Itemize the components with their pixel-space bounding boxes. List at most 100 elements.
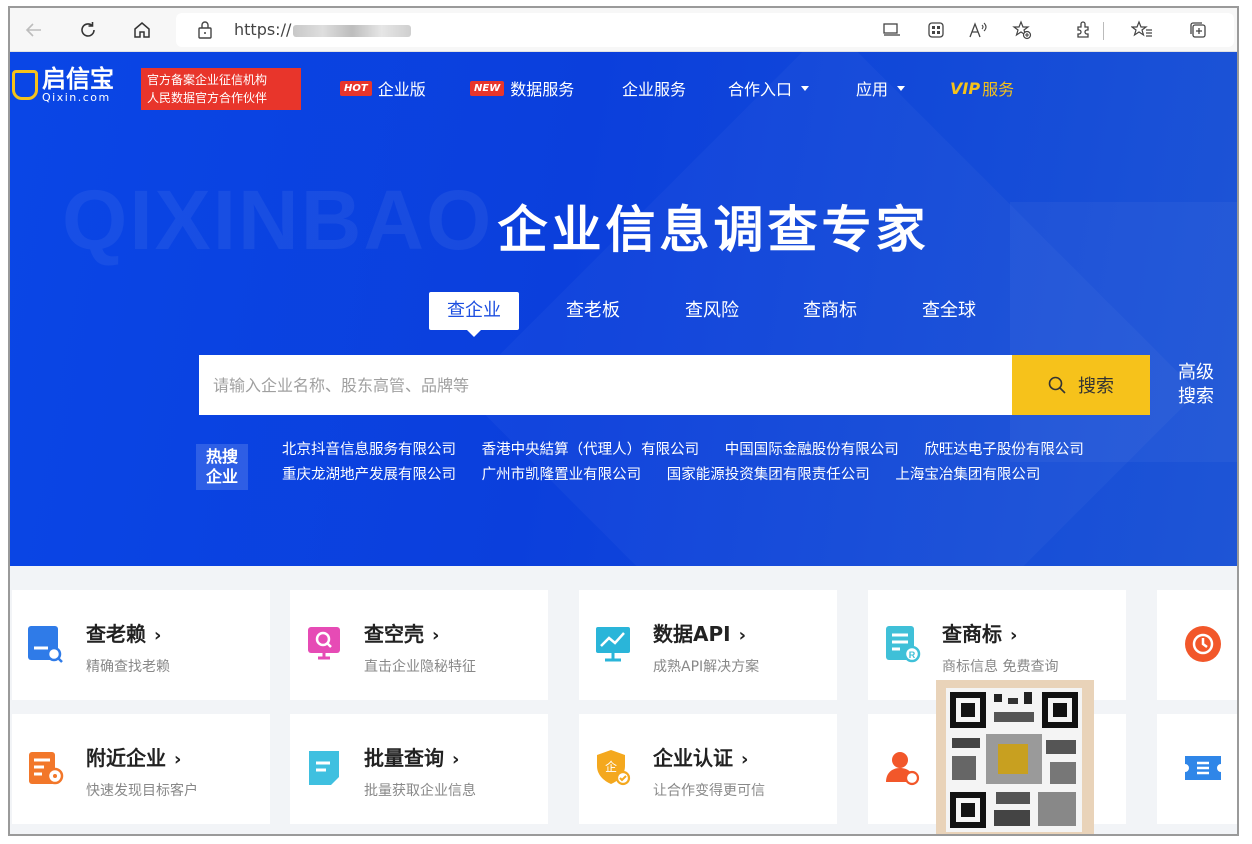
card-api[interactable]: 数据API › 成熟API解决方案: [579, 590, 837, 700]
top-nav: 启信宝 Qixin.com 官方备案企业征信机构 人民数据官方合作伙伴 HOT …: [10, 52, 1237, 122]
nav-enterprise-label: 企业版: [377, 80, 426, 99]
read-aloud-icon[interactable]: [966, 18, 990, 42]
card-subtitle: 成熟API解决方案: [653, 659, 760, 675]
svg-text:企: 企: [605, 759, 617, 774]
card-nearby[interactable]: 附近企业 › 快速发现目标客户: [12, 714, 270, 824]
nav-enterprise[interactable]: HOT 企业版: [340, 76, 426, 100]
hot-company-link[interactable]: 北京抖音信息服务有限公司: [282, 442, 456, 458]
collections-icon[interactable]: [1186, 18, 1210, 42]
hot-company-link[interactable]: 香港中央結算（代理人）有限公司: [482, 442, 700, 458]
chevron-right-icon: ›: [154, 625, 162, 646]
refresh-icon[interactable]: [76, 18, 100, 42]
card-title-text: 附近企业: [86, 746, 166, 770]
card-subtitle: 批量获取企业信息: [364, 783, 476, 799]
tab-global[interactable]: 查全球: [904, 292, 994, 330]
nav-vip[interactable]: VIP 服务: [950, 76, 1014, 100]
card-title: 企业认证 ›: [653, 742, 748, 771]
hot-company-link[interactable]: 国家能源投资集团有限责任公司: [667, 467, 870, 483]
favorites-icon[interactable]: [1130, 18, 1154, 42]
nav-data-service-label: 数据服务: [510, 80, 575, 99]
card-partial[interactable]: [1157, 590, 1237, 700]
tab-company[interactable]: 查企业: [429, 292, 519, 337]
extensions-icon[interactable]: [1072, 18, 1096, 42]
nav-vip-label: 服务: [982, 80, 1015, 99]
chevron-right-icon: ›: [452, 749, 460, 770]
search-button[interactable]: 搜索: [1012, 355, 1150, 415]
home-icon[interactable]: [130, 18, 154, 42]
ticket-icon: [1185, 756, 1221, 780]
logo-en: Qixin.com: [42, 91, 111, 104]
search-input[interactable]: [199, 355, 1012, 415]
hot-company-link[interactable]: 欣旺达电子股份有限公司: [924, 442, 1084, 458]
card-title-text: 批量查询: [364, 746, 444, 770]
logo-cn: 启信宝: [42, 65, 114, 93]
toolbar-separator: [1103, 22, 1104, 40]
card-title: 查老赖 ›: [86, 618, 161, 647]
search-button-label: 搜索: [1078, 376, 1114, 397]
hot-tag: HOT: [340, 80, 372, 96]
hot-company-link[interactable]: 中国国际金融股份有限公司: [725, 442, 899, 458]
hot-company-link[interactable]: 重庆龙湖地产发展有限公司: [282, 467, 456, 483]
tab-trademark[interactable]: 查商标: [785, 292, 875, 330]
hot-row-1: 北京抖音信息服务有限公司 香港中央結算（代理人）有限公司 中国国际金融股份有限公…: [282, 438, 1105, 459]
nav-apps[interactable]: 应用: [856, 76, 906, 100]
card-subtitle: 直击企业隐秘特征: [364, 659, 476, 675]
nav-data-service[interactable]: NEW 数据服务: [470, 76, 574, 100]
search-tabs: 查企业 查老板 查风险 查商标 查全球: [10, 292, 1237, 337]
card-title: 批量查询 ›: [364, 742, 459, 771]
qr-code-popup: [936, 680, 1094, 834]
hot-search-label: 热搜 企业: [196, 444, 248, 490]
vip-tag: VIP: [950, 78, 981, 98]
card-shell[interactable]: 查空壳 › 直击企业隐秘特征: [290, 590, 548, 700]
logo-mark-icon: [12, 70, 38, 100]
browser-window: https:// QIXINBAO 启信宝 Qixin.com 官方备案企业征信…: [8, 6, 1239, 836]
card-subtitle: 商标信息 免费查询: [942, 659, 1059, 675]
tab-boss[interactable]: 查老板: [548, 292, 638, 330]
card-title-text: 查商标: [942, 622, 1002, 646]
nav-apps-label: 应用: [856, 80, 889, 99]
search-row: 搜索 高级 搜索: [10, 355, 1237, 415]
apps-grid-icon[interactable]: [924, 18, 948, 42]
advanced-line1: 高级: [1178, 362, 1214, 383]
card-batch[interactable]: 批量查询 › 批量获取企业信息: [290, 714, 548, 824]
tab-risk[interactable]: 查风险: [667, 292, 757, 330]
add-favorite-icon[interactable]: [1010, 18, 1034, 42]
card-certification[interactable]: 企 企业认证 › 让合作变得更可信: [579, 714, 837, 824]
address-bar[interactable]: https://: [176, 13, 1234, 47]
lock-icon[interactable]: [194, 19, 216, 41]
screen-cast-icon[interactable]: [880, 18, 904, 42]
history-clock-icon: [1185, 626, 1221, 662]
chevron-right-icon: ›: [174, 749, 182, 770]
hot-company-link[interactable]: 上海宝冶集团有限公司: [895, 467, 1040, 483]
hot-row-2: 重庆龙湖地产发展有限公司 广州市凯隆置业有限公司 国家能源投资集团有限责任公司 …: [282, 463, 1061, 484]
nav-business-service[interactable]: 企业服务: [622, 76, 686, 100]
certification-icon: 企: [597, 750, 631, 786]
back-arrow-icon[interactable]: [22, 18, 46, 42]
card-title: 查空壳 ›: [364, 618, 439, 647]
new-tag: NEW: [470, 80, 505, 96]
card-subtitle: 让合作变得更可信: [653, 783, 765, 799]
site-logo[interactable]: 启信宝 Qixin.com: [12, 66, 114, 104]
chevron-down-icon: [801, 85, 810, 91]
card-partial[interactable]: [1157, 714, 1237, 824]
hot-searches: 热搜 企业 北京抖音信息服务有限公司 香港中央結算（代理人）有限公司 中国国际金…: [10, 438, 1237, 498]
badge-line1: 官方备案企业征信机构: [147, 73, 268, 87]
official-badge: 官方备案企业征信机构 人民数据官方合作伙伴: [141, 68, 301, 110]
search-icon: [1048, 376, 1066, 394]
card-subtitle: 精确查找老赖: [86, 659, 170, 675]
card-title-text: 数据API: [653, 622, 731, 646]
qr-code-icon: [950, 692, 1078, 828]
card-title-text: 查老赖: [86, 622, 146, 646]
hot-company-link[interactable]: 广州市凯隆置业有限公司: [482, 467, 642, 483]
url-text: https://: [234, 19, 412, 41]
advanced-search-link[interactable]: 高级 搜索: [1178, 361, 1218, 409]
badge-line2: 人民数据官方合作伙伴: [147, 91, 268, 105]
nav-partner[interactable]: 合作入口: [728, 76, 810, 100]
browser-toolbar: https://: [10, 8, 1237, 52]
card-debtor[interactable]: 查老赖 › 精确查找老赖: [12, 590, 270, 700]
person-trademark-icon: [886, 752, 920, 786]
qr-code-image: [946, 688, 1082, 832]
api-chart-icon: [596, 627, 630, 662]
url-redacted: [293, 24, 412, 37]
hero-banner: QIXINBAO 启信宝 Qixin.com 官方备案企业征信机构 人民数据官方…: [10, 52, 1237, 566]
